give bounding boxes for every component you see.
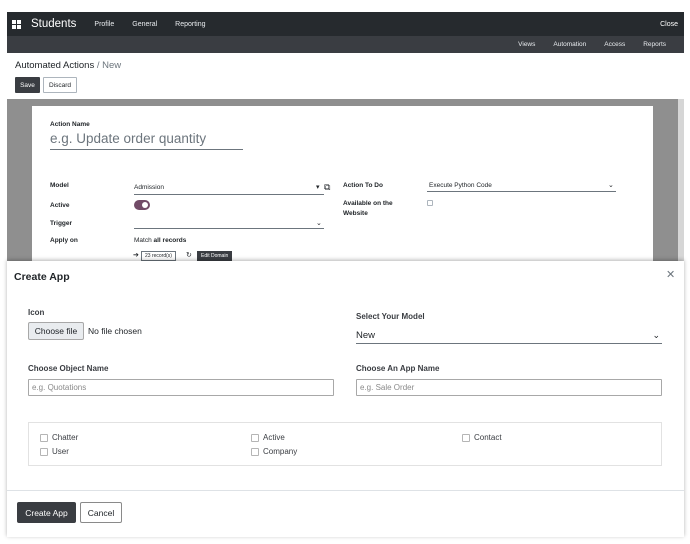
model-select-value: New [356,329,376,341]
active-checkbox-label: Active [263,433,285,442]
breadcrumb: Automated Actions / New [15,60,121,71]
save-button[interactable]: Save [15,77,40,93]
arrow-right-icon: ➔ [133,252,139,259]
action-name-label: Action Name [50,121,90,128]
app-name-label: Choose An App Name [356,364,440,373]
apply-on-text: Match all records [134,237,186,244]
chatter-checkbox[interactable]: Chatter [40,433,78,442]
contact-checkbox-box[interactable] [462,433,470,442]
model-dropdown-caret-icon[interactable]: ▾ [316,183,320,191]
model-select-dropdown[interactable]: New ⌄ [356,327,662,344]
model-label: Model [50,182,69,189]
create-app-button[interactable]: Create App [17,502,76,523]
form-scrollbar[interactable] [678,99,684,262]
trigger-label: Trigger [50,220,73,227]
edit-domain-button[interactable]: Edit Domain [197,251,233,261]
select-model-label: Select Your Model [356,312,425,321]
user-checkbox[interactable]: User [40,447,69,456]
trigger-chevron-down-icon[interactable]: ⌄ [316,219,322,227]
subnav-item-views[interactable]: Views [518,41,535,48]
apply-on-all-records: all records [153,237,187,244]
contact-checkbox-label: Contact [474,433,502,442]
breadcrumb-separator: / [96,60,100,71]
available-website-label-line1: Available on the [343,200,393,207]
icon-label: Icon [28,308,45,317]
nav-item-general[interactable]: General [132,21,157,28]
nav-item-reporting[interactable]: Reporting [175,21,205,28]
breadcrumb-current: New [102,60,122,71]
action-to-do-label: Action To Do [343,182,383,189]
company-checkbox-label: Company [263,447,298,456]
sub-navbar: Views Automation Access Reports [7,36,684,53]
app-name-input[interactable] [356,379,662,396]
refresh-icon[interactable]: ↻ [186,251,192,259]
chatter-checkbox-box[interactable] [40,433,48,442]
trigger-select-underline[interactable] [134,228,324,229]
contact-checkbox[interactable]: Contact [462,433,502,442]
create-app-modal [7,261,684,537]
app-brand[interactable]: Students [31,18,76,30]
discard-button[interactable]: Discard [43,77,77,93]
active-checkbox[interactable]: Active [251,433,285,442]
model-underline [134,194,324,195]
available-website-checkbox[interactable] [427,200,433,206]
choose-file-button[interactable]: Choose file [28,322,84,340]
nav-close-link[interactable]: Close [660,21,678,28]
object-name-label: Choose Object Name [28,364,109,373]
active-toggle[interactable] [134,200,150,210]
action-to-do-chevron-down-icon[interactable]: ⌄ [608,181,614,189]
apps-grid-icon[interactable] [12,19,21,29]
modal-footer-divider [7,490,684,491]
active-label: Active [50,202,70,209]
user-checkbox-label: User [52,447,69,456]
subnav-item-access[interactable]: Access [604,41,625,48]
records-count-button[interactable]: 23 record(s) [141,251,176,261]
action-to-do-underline [427,191,616,192]
action-name-input[interactable]: e.g. Update order quantity [50,131,206,146]
external-link-icon[interactable]: ⧉ [324,182,330,193]
breadcrumb-parent[interactable]: Automated Actions [15,60,94,71]
apply-on-match: Match [134,237,152,244]
nav-item-profile[interactable]: Profile [94,21,114,28]
company-checkbox-box[interactable] [251,447,259,456]
close-icon[interactable]: ✕ [666,268,675,281]
subnav-item-automation[interactable]: Automation [553,41,586,48]
company-checkbox[interactable]: Company [251,447,297,456]
options-panel [28,422,662,466]
top-navbar: Students Profile General Reporting Close [7,12,684,36]
cancel-button[interactable]: Cancel [80,502,122,523]
chevron-down-icon: ⌄ [652,329,660,340]
user-checkbox-box[interactable] [40,447,48,456]
available-website-label-line2: Website [343,210,368,217]
active-checkbox-box[interactable] [251,433,259,442]
subnav-item-reports[interactable]: Reports [643,41,666,48]
action-name-underline [50,149,243,150]
chatter-checkbox-label: Chatter [52,433,79,442]
modal-title: Create App [14,271,70,283]
object-name-input[interactable] [28,379,334,396]
file-status-text: No file chosen [88,326,142,336]
model-select[interactable]: Admission [134,184,164,191]
action-to-do-select[interactable]: Execute Python Code [429,182,492,189]
apply-on-label: Apply on [50,237,78,244]
